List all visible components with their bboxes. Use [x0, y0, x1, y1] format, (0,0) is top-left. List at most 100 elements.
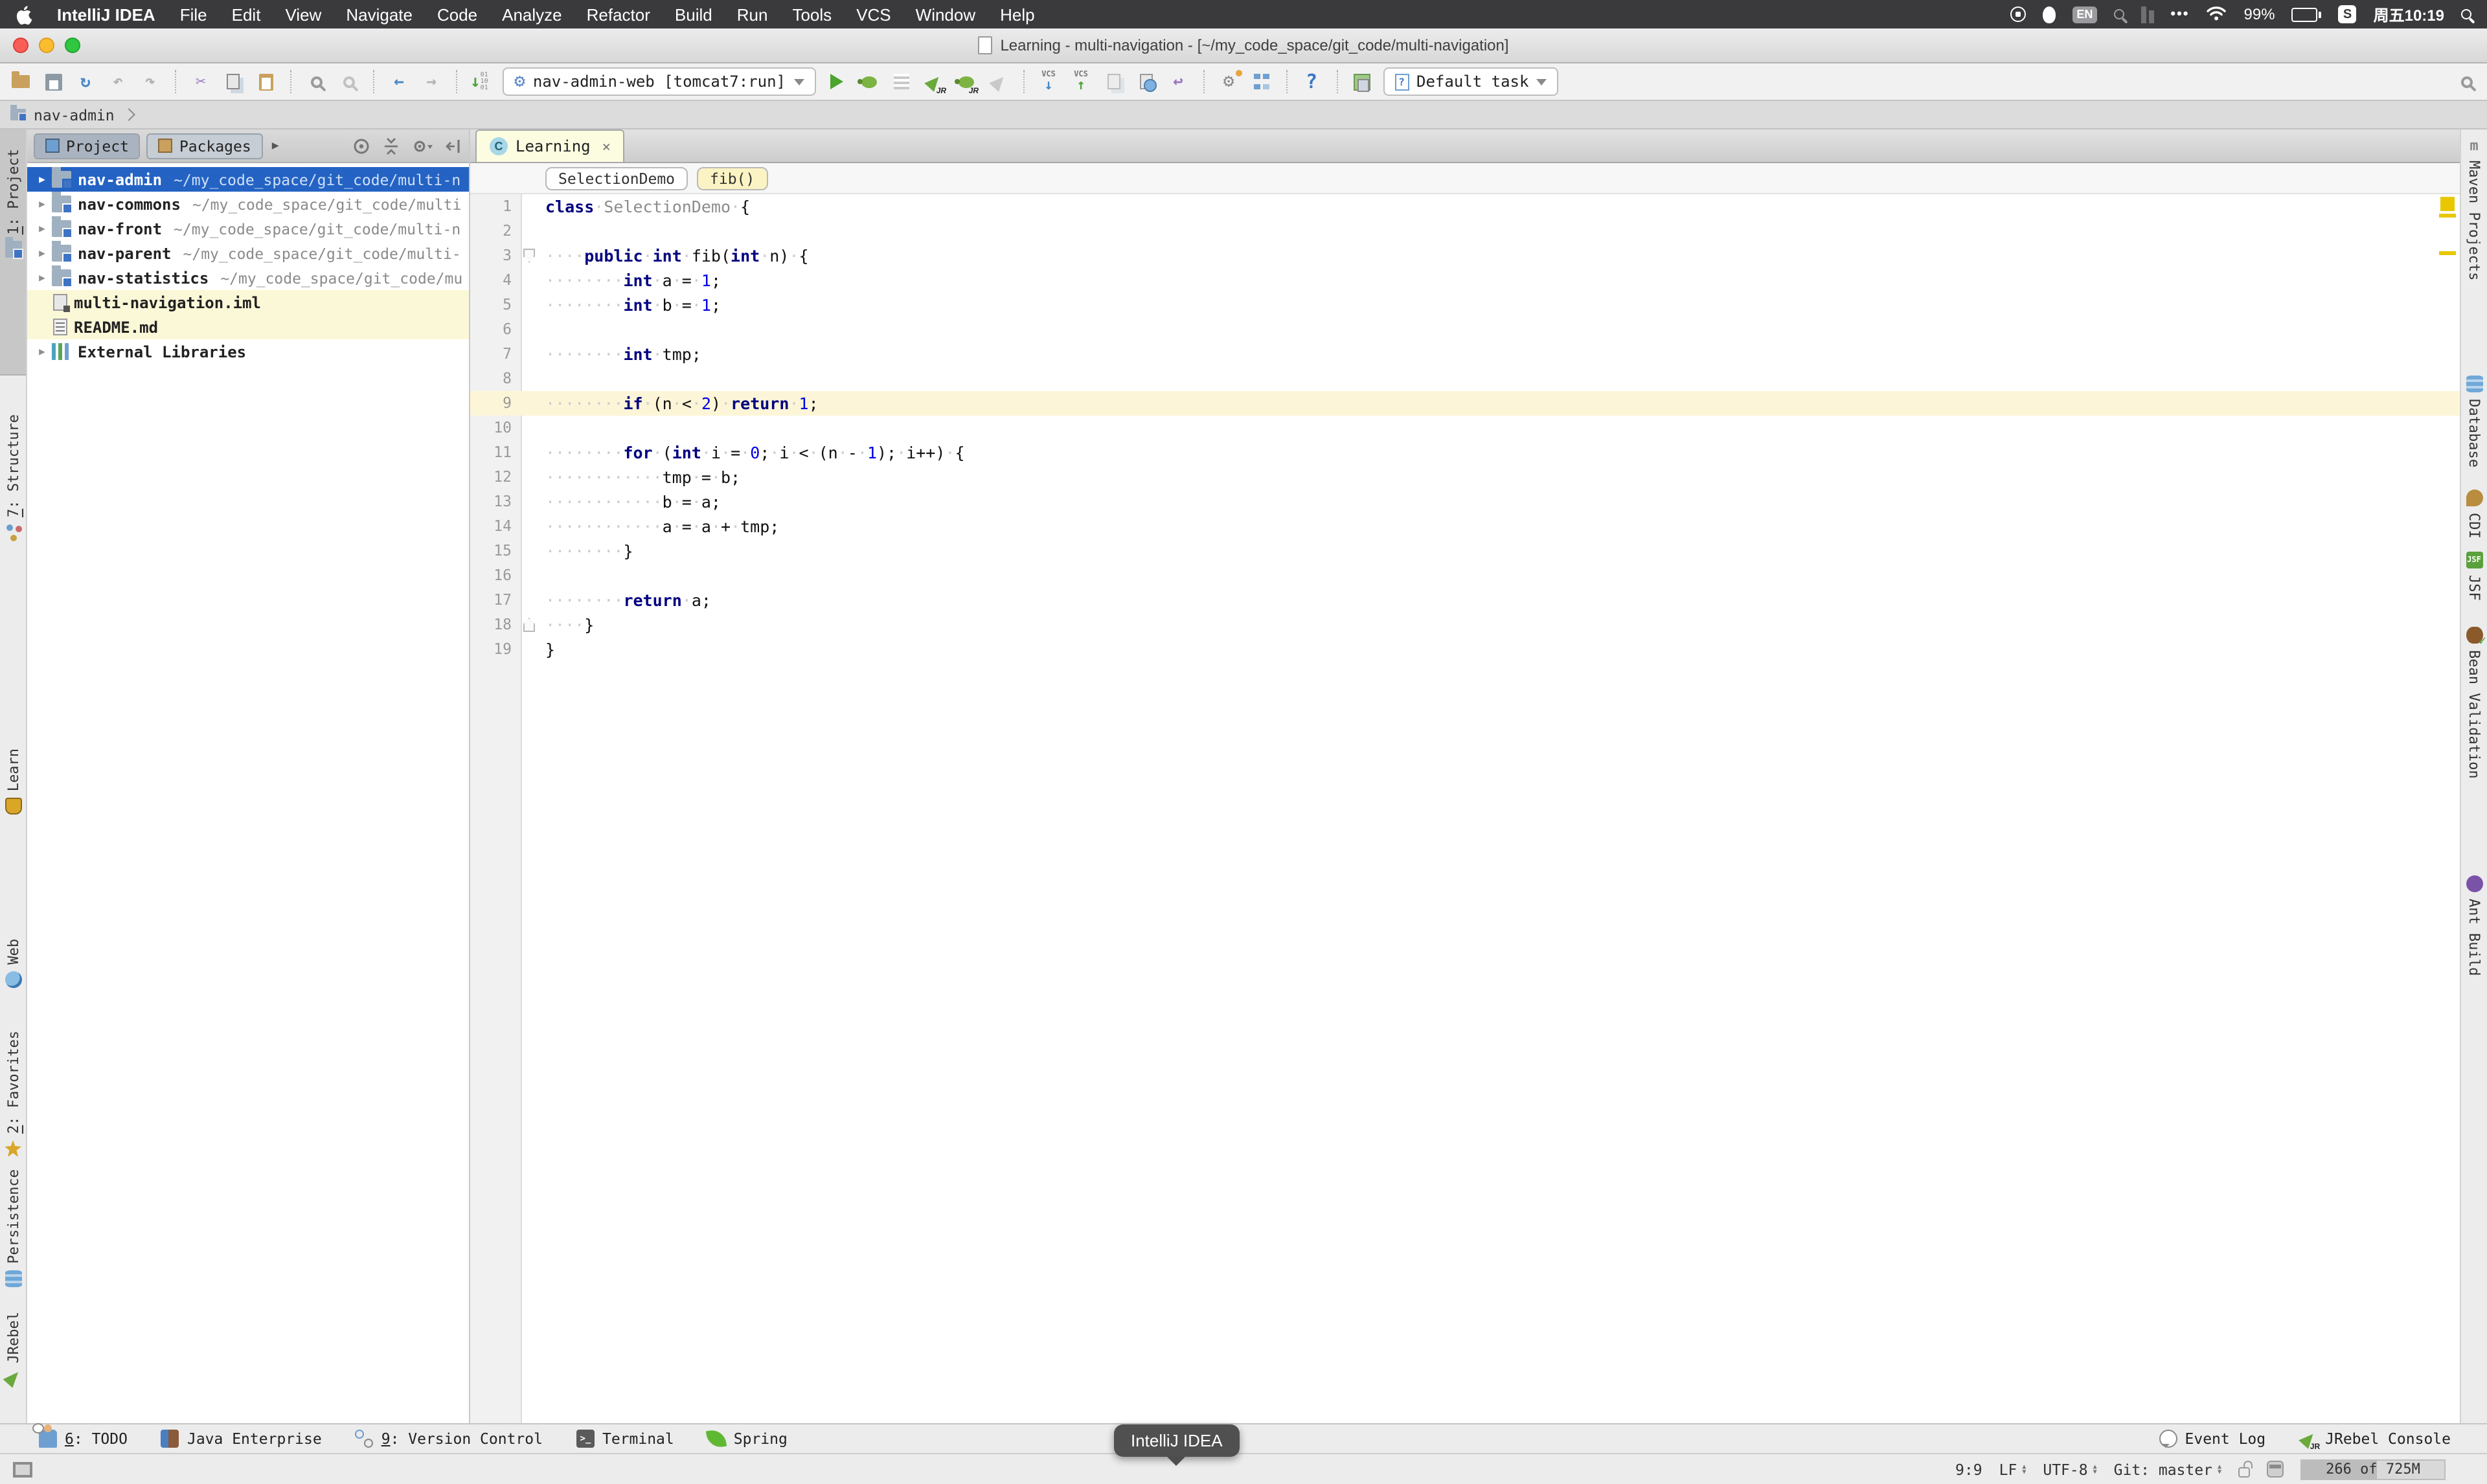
cut-button[interactable]: ✂	[189, 70, 212, 93]
tool-stripe-button-jrebel[interactable]: JRebel	[0, 1312, 26, 1388]
tree-item-README.md[interactable]: README.md	[27, 315, 469, 339]
open-file-button[interactable]	[9, 70, 32, 93]
navigate-forward-button[interactable]: →	[420, 70, 443, 93]
more-tabs-icon[interactable]: ▶	[272, 139, 279, 152]
copy-button[interactable]	[221, 70, 245, 93]
toolwindow-button-todo[interactable]: 6: TODO	[32, 1423, 128, 1448]
tree-item-nav-statistics[interactable]: ▶ nav-statistics ~/my_code_space/git_code/…	[27, 265, 469, 290]
menu-help[interactable]: Help	[1000, 5, 1035, 24]
code-line-14[interactable]: 14 ············a·=·a·+·tmp;	[470, 514, 2460, 539]
caret-position[interactable]: 9:9	[1955, 1460, 1982, 1478]
run-configuration-select[interactable]: ⚙ nav-admin-web [tomcat7:run]	[503, 67, 816, 96]
readonly-lock-icon[interactable]	[2238, 1460, 2253, 1477]
code-line-10[interactable]: 10	[470, 416, 2460, 440]
toolwindow-button-jrebel-console[interactable]: JR JRebel Console	[2299, 1430, 2451, 1452]
expand-arrow-icon[interactable]: ▶	[34, 223, 51, 234]
save-all-button[interactable]	[41, 70, 65, 93]
breadcrumb[interactable]: nav-admin	[34, 106, 115, 124]
menu-navigate[interactable]: Navigate	[346, 5, 413, 24]
code-line-4[interactable]: 4 ········int·a·=·1;	[470, 268, 2460, 293]
code-line-5[interactable]: 5 ········int·b·=·1;	[470, 293, 2460, 317]
code-line-18[interactable]: 18 ····}	[470, 613, 2460, 637]
warning-stripe-mark[interactable]	[2439, 251, 2456, 255]
tool-stripe-button-web[interactable]: Web	[0, 939, 26, 988]
close-tab-icon[interactable]: ×	[602, 138, 611, 155]
vcs-commit-button[interactable]: VCS ↑	[1069, 70, 1093, 93]
tool-stripe-button-favorites[interactable]: 2: Favorites	[0, 1031, 26, 1157]
inspection-status-icon[interactable]	[2440, 197, 2455, 211]
fold-marker-icon[interactable]	[523, 618, 535, 632]
hector-inspections-icon[interactable]	[2267, 1461, 2284, 1478]
line-number[interactable]: 14	[470, 514, 514, 539]
expand-arrow-icon[interactable]: ▶	[34, 272, 51, 284]
sogou-app-icon[interactable]: S	[2338, 5, 2357, 23]
line-number[interactable]: 1	[470, 194, 514, 219]
line-number[interactable]: 16	[470, 563, 514, 588]
tool-stripe-button-cdi[interactable]: CDI	[2461, 489, 2487, 539]
menu-analyze[interactable]: Analyze	[502, 5, 562, 24]
menu-edit[interactable]: Edit	[232, 5, 261, 24]
line-number[interactable]: 3	[470, 243, 514, 268]
warning-stripe-mark[interactable]	[2439, 214, 2456, 218]
code-line-13[interactable]: 13 ············b·=·a;	[470, 489, 2460, 514]
screen-record-icon[interactable]	[2010, 6, 2027, 22]
toolwindow-button-event-log[interactable]: Event Log	[2159, 1430, 2266, 1448]
menu-app-name[interactable]: IntelliJ IDEA	[57, 5, 155, 24]
tool-stripe-button-learn[interactable]: Learn	[0, 748, 26, 815]
input-method-badge[interactable]: EN	[2072, 6, 2097, 23]
jrebel-debug-button[interactable]: JR	[954, 70, 979, 96]
menu-view[interactable]: View	[285, 5, 321, 24]
coverage-button[interactable]	[889, 70, 913, 93]
toolwindow-button-version-control[interactable]: 9: Version Control	[355, 1430, 543, 1448]
expand-arrow-icon[interactable]: ▶	[34, 346, 51, 357]
recent-changes-button[interactable]	[1134, 70, 1157, 93]
line-number[interactable]: 6	[470, 317, 514, 342]
menu-file[interactable]: File	[180, 5, 207, 24]
find-button[interactable]	[304, 70, 328, 93]
zoom-window-button[interactable]	[65, 38, 80, 53]
tool-stripe-button-persistence[interactable]: Persistence	[0, 1169, 26, 1287]
tool-stripe-button-project[interactable]: 1: Project	[0, 149, 26, 260]
compile-button[interactable]: ↓ 01 10 01	[470, 70, 494, 93]
tool-stripe-button-maven-projects[interactable]: m Maven Projects	[2461, 137, 2487, 280]
jrebel-run-button[interactable]: JR	[922, 70, 946, 96]
line-ending-select[interactable]: LF ▲ ▼	[1999, 1460, 2027, 1478]
tree-item-nav-admin[interactable]: ▶ nav-admin ~/my_code_space/git_code/multi…	[27, 167, 469, 192]
code-line-17[interactable]: 17 ········return·a;	[470, 588, 2460, 613]
vcs-update-button[interactable]: VCS ↓	[1037, 70, 1060, 93]
toolwindow-button-java-enterprise[interactable]: Java Enterprise	[161, 1430, 322, 1448]
line-number[interactable]: 10	[470, 416, 514, 440]
line-number[interactable]: 17	[470, 588, 514, 613]
sogou-search-icon[interactable]	[2113, 9, 2124, 19]
wifi-icon[interactable]	[2207, 5, 2227, 24]
breadcrumb-class-chip[interactable]: SelectionDemo	[545, 166, 688, 190]
memory-indicator[interactable]: 266 of 725M	[2300, 1459, 2446, 1479]
line-number[interactable]: 7	[470, 342, 514, 366]
git-branch-select[interactable]: Git: master ▲ ▼	[2114, 1460, 2221, 1478]
close-window-button[interactable]	[13, 38, 28, 53]
editor-tab-learning[interactable]: C Learning ×	[475, 129, 625, 162]
line-number[interactable]: 18	[470, 613, 514, 637]
synchronize-button[interactable]: ↻	[74, 70, 97, 93]
line-number[interactable]: 8	[470, 366, 514, 391]
code-line-9[interactable]: 9 ········if·(n·<·2)·return·1;	[470, 391, 2460, 416]
tree-item-nav-commons[interactable]: ▶ nav-commons ~/my_code_space/git_code/mul…	[27, 192, 469, 216]
collapse-all-icon[interactable]	[382, 137, 400, 155]
menu-tools[interactable]: Tools	[792, 5, 832, 24]
line-number[interactable]: 13	[470, 489, 514, 514]
line-number[interactable]: 5	[470, 293, 514, 317]
navigate-back-button[interactable]: ←	[387, 70, 411, 93]
task-select[interactable]: ? Default task	[1383, 67, 1559, 96]
menu-window[interactable]: Window	[916, 5, 976, 24]
window-titlebar[interactable]: Learning - multi-navigation - [~/my_code…	[0, 28, 2487, 63]
tool-stripe-button-bean-validation[interactable]: Bean Validation	[2461, 627, 2487, 779]
replace-button[interactable]	[337, 70, 360, 93]
tree-item-multi-navigation.iml[interactable]: multi-navigation.iml	[27, 290, 469, 315]
fold-marker-icon[interactable]	[523, 249, 535, 263]
code-line-8[interactable]: 8	[470, 366, 2460, 391]
tool-stripe-button-structure[interactable]: 7: Structure	[0, 414, 26, 541]
settings-button[interactable]: ⚙	[1217, 70, 1242, 93]
tree-item-nav-front[interactable]: ▶ nav-front ~/my_code_space/git_code/multi…	[27, 216, 469, 241]
encoding-select[interactable]: UTF-8 ▲ ▼	[2043, 1460, 2096, 1478]
tool-stripe-button-ant-build[interactable]: Ant Build	[2461, 875, 2487, 976]
